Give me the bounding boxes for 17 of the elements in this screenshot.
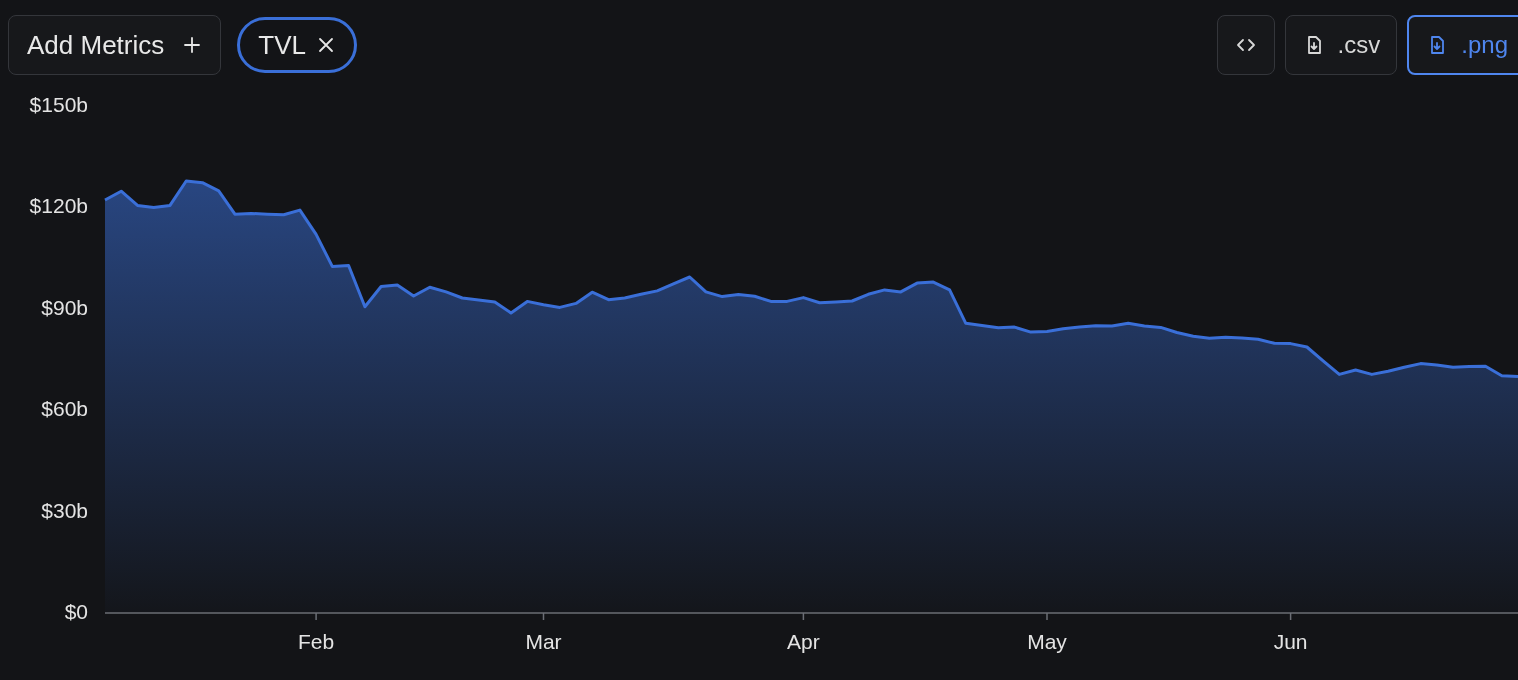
x-axis-label: Mar [525,630,562,653]
metric-chip[interactable]: TVL [237,17,357,73]
download-button[interactable]: .png [1407,15,1518,75]
x-axis-label: Jun [1273,630,1308,653]
y-axis-label: $0 [64,600,88,623]
download-button[interactable]: .csv [1284,15,1398,75]
y-axis-label: $150b [29,93,88,116]
y-axis-label: $60b [41,397,88,421]
x-axis-label: Feb [298,630,335,653]
y-axis-label: $30b [41,498,88,522]
x-axis-label: Apr [787,630,820,653]
embed-code-button[interactable] [1216,15,1275,75]
y-axis-label: $90b [41,295,88,319]
add-metrics-button[interactable]: Add Metrics [8,15,222,75]
x-axis-label: May [1027,630,1067,653]
plus-icon [182,35,203,55]
y-axis-label: $120b [29,194,88,218]
